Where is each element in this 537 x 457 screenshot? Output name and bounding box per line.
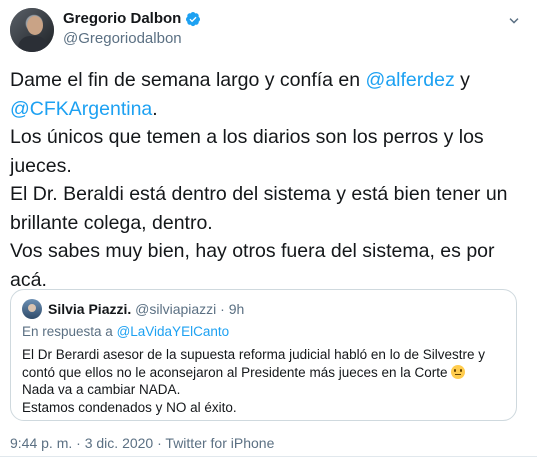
- quoted-header: Silvia Piazzi. @silviapiazzi · 9h: [48, 301, 244, 317]
- quoted-author-avatar: [22, 299, 42, 319]
- tweet-text-segment: Dame el fin de semana largo y confía en: [10, 69, 366, 91]
- reply-to-mention: @LaVidaYElCanto: [116, 324, 230, 339]
- quoted-paragraph-3: Estamos condenados y NO al éxito.: [22, 399, 237, 415]
- slightly-smiling-face-emoji: [451, 364, 466, 379]
- quoted-separator: ·: [220, 301, 225, 317]
- quoted-text-segment: El Dr Berardi asesor de la supuesta refo…: [22, 347, 485, 380]
- tweet-date[interactable]: 3 dic. 2020: [85, 435, 154, 451]
- reply-prefix: En respuesta a: [22, 324, 117, 339]
- tweet-text-segment: .: [152, 97, 158, 120]
- tweet-paragraph-1: Dame el fin de semana largo y confía en …: [10, 66, 530, 123]
- author-name-row[interactable]: Gregorio Dalbon: [63, 10, 201, 27]
- author-avatar[interactable]: [10, 8, 54, 52]
- quoted-reply-context: En respuesta a @LaVidaYElCanto: [22, 324, 229, 339]
- tweet-text-segment: y: [454, 69, 470, 91]
- quoted-author-handle: @silviapiazzi: [135, 301, 217, 317]
- tweet-footer: 9:44 p. m. · 3 dic. 2020 · Twitter for i…: [10, 435, 274, 451]
- tweet-paragraph-4: Vos sabes muy bien, hay otros fuera del …: [10, 240, 495, 291]
- quoted-author-name: Silvia Piazzi.: [48, 301, 132, 317]
- chevron-down-icon[interactable]: [505, 12, 523, 30]
- quoted-tweet[interactable]: Silvia Piazzi. @silviapiazzi · 9h En res…: [10, 289, 517, 421]
- mention-link-alferdez[interactable]: @alferdez: [366, 69, 455, 91]
- footer-separator: ·: [72, 435, 85, 451]
- tweet-card: Gregorio Dalbon @Gregoriodalbon Dame el …: [0, 0, 537, 457]
- quoted-body: El Dr Berardi asesor de la supuesta refo…: [22, 346, 512, 416]
- quoted-paragraph-2: Nada va a cambiar NADA.: [22, 382, 181, 397]
- author-handle[interactable]: @Gregoriodalbon: [63, 30, 182, 47]
- tweet-source[interactable]: Twitter for iPhone: [165, 435, 274, 451]
- footer-separator: ·: [153, 435, 166, 451]
- quoted-time: 9h: [228, 301, 245, 317]
- tweet-time[interactable]: 9:44 p. m.: [10, 435, 72, 451]
- quoted-paragraph-1: El Dr Berardi asesor de la supuesta refo…: [22, 346, 512, 381]
- tweet-paragraph-2: Los únicos que temen a los diarios son l…: [10, 126, 484, 177]
- verified-badge-icon: [186, 11, 201, 26]
- tweet-text: Dame el fin de semana largo y confía en …: [10, 66, 530, 294]
- tweet-paragraph-3: El Dr. Beraldi está dentro del sistema y…: [10, 183, 508, 234]
- author-name[interactable]: Gregorio Dalbon: [63, 10, 181, 27]
- mention-link-cfkargentina[interactable]: @CFKArgentina: [10, 98, 152, 120]
